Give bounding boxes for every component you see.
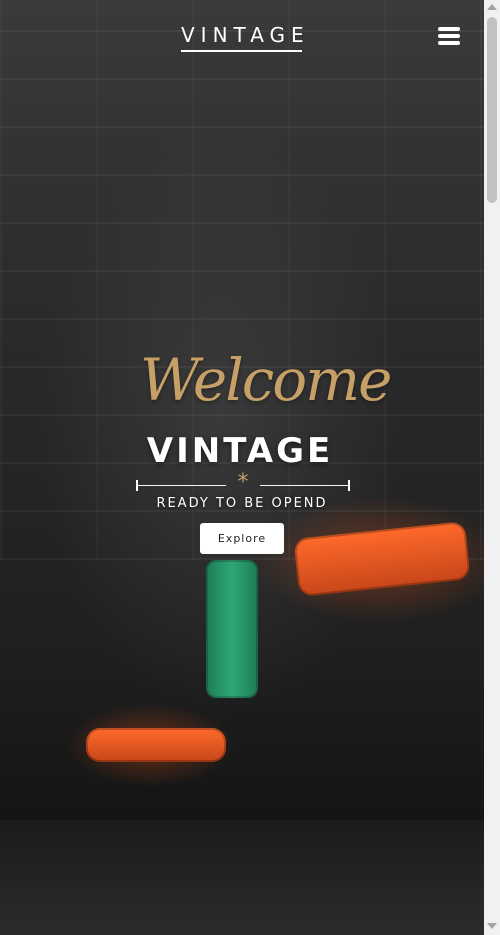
vertical-scrollbar[interactable] [484,0,500,935]
menu-bar [438,27,460,31]
scroll-up-arrow-icon[interactable] [487,4,497,10]
divider-cap-right [348,480,350,491]
explore-button[interactable]: Explore [200,523,284,554]
water-bottle [206,560,258,698]
brand-logo-link[interactable]: VINTAGE [181,22,304,52]
gym-floor [0,820,484,935]
hero-tagline: READY TO BE OPEND [156,496,328,511]
menu-bar [438,41,460,45]
equipment-roller [86,728,226,762]
divider-line-right [260,485,350,486]
hero-title: VINTAGE [146,431,334,471]
star-icon: * [237,470,249,495]
ornamental-divider: * [136,470,350,496]
divider-line-left [136,485,226,486]
page: VINTAGE Welcome VINTAGE * READY TO BE OP… [0,0,500,935]
welcome-script-heading: Welcome [140,346,392,414]
site-header: VINTAGE [0,0,484,70]
scroll-down-arrow-icon[interactable] [487,923,497,929]
menu-bar [438,34,460,38]
scrollbar-thumb[interactable] [487,17,497,203]
hamburger-menu-icon[interactable] [436,24,462,48]
